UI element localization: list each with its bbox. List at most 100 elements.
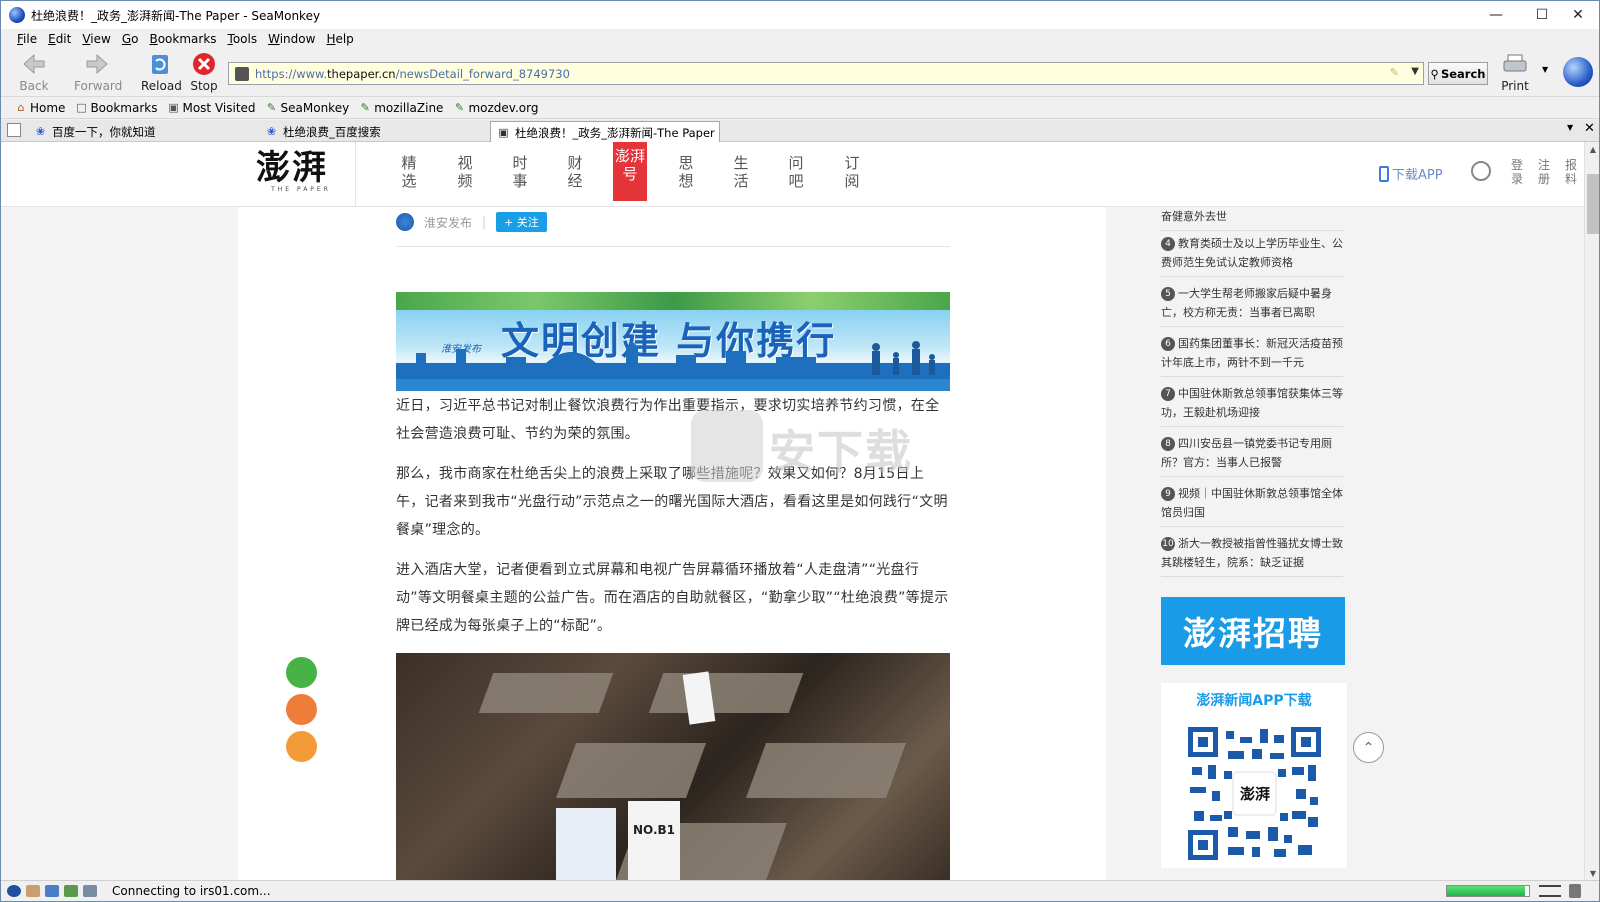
page-content: 澎湃 THE PAPER 精选 视频 时事 财经 澎湃号 思想 生活 问吧 订阅… <box>1 142 1584 882</box>
nav-pengpaihao[interactable]: 澎湃号 <box>613 142 647 201</box>
list-item[interactable]: 6 国药集团董事长：新冠灭活疫苗预计年底上市，两针不到一千元 <box>1161 334 1343 377</box>
app-download-box: 澎湃新闻APP下载 澎湃 <box>1161 683 1347 868</box>
url-text[interactable]: https://www.thepaper.cn/newsDetail_forwa… <box>255 67 570 81</box>
watermark: 安下载 <box>691 410 921 490</box>
menu-file[interactable]: File <box>17 32 37 46</box>
report-link[interactable]: 报料 <box>1564 158 1578 186</box>
list-item[interactable]: 5 一大学生帮老师搬家后疑中暑身亡，校方称无责：当事者已离职 <box>1161 284 1343 327</box>
bookmark-seamonkey[interactable]: ✎ SeaMonkey <box>266 101 349 115</box>
composer-icon[interactable] <box>45 885 59 897</box>
list-item[interactable]: 10 浙大一教授被指曾性骚扰女博士致其跳楼轻生，院系：缺乏证据 <box>1161 534 1343 577</box>
nav-shenghuo[interactable]: 生活 <box>729 154 753 190</box>
navigator-icon[interactable] <box>7 885 21 897</box>
tab-list-icon[interactable]: ▼ <box>1567 123 1573 132</box>
favorite-star-icon[interactable] <box>286 731 317 762</box>
tab-baidu-search[interactable]: ❀ 杜绝浪费_百度搜索 <box>259 121 489 142</box>
menu-bookmarks[interactable]: Bookmarks <box>149 32 216 46</box>
status-text: Connecting to irs01.com... <box>112 884 271 898</box>
menu-window[interactable]: Window <box>268 32 315 46</box>
tab-bar: ❀ 百度一下，你就知道 ❀ 杜绝浪费_百度搜索 ▣ 杜绝浪费！_政务_澎湃新闻-The… <box>1 120 1599 143</box>
close-tab-icon[interactable]: ✕ <box>1584 121 1595 136</box>
bookmarks-bar: ⌂ Home □ Bookmarks ▣ Most Visited ✎ SeaMonke… <box>1 98 1599 119</box>
nav-caijing[interactable]: 财经 <box>563 154 587 190</box>
back-button[interactable]: Back <box>19 51 49 93</box>
menu-help[interactable]: Help <box>326 32 353 46</box>
forward-button[interactable]: Forward <box>74 51 122 93</box>
edit-bookmark-icon[interactable]: ✎ <box>1390 66 1399 79</box>
url-bar[interactable]: https://www.thepaper.cn/newsDetail_forwa… <box>228 62 1424 85</box>
author-name[interactable]: 淮安发布 <box>424 214 472 231</box>
url-dropdown-icon[interactable]: ▼ <box>1411 66 1419 77</box>
mail-icon[interactable] <box>26 885 40 897</box>
site-icon <box>235 66 249 81</box>
site-search-icon[interactable] <box>1471 161 1491 181</box>
bookmark-mozdev[interactable]: ✎ mozdev.org <box>453 101 539 115</box>
menu-go[interactable]: Go <box>122 32 139 46</box>
author-row: 淮安发布 | + 关注 <box>396 212 547 232</box>
nav-dingyue[interactable]: 订阅 <box>840 154 864 190</box>
list-item[interactable]: 4 教育类硕士及以上学历毕业生、公费师范生免试认定教师资格 <box>1161 234 1343 277</box>
author-avatar[interactable] <box>396 213 414 231</box>
bookmark-icon: ✎ <box>454 101 465 114</box>
stop-button[interactable]: Stop <box>189 51 219 93</box>
wechat-share-icon[interactable] <box>286 657 317 688</box>
vertical-scrollbar[interactable]: ▲ ▼ <box>1584 142 1599 882</box>
article-photo: NO.B1 <box>396 653 950 882</box>
nav-wenba[interactable]: 问吧 <box>784 154 808 190</box>
folder-icon: ▣ <box>168 101 179 114</box>
download-app-link[interactable]: 下载APP <box>1379 164 1443 183</box>
article-banner-image: 淮安发布 文明创建 与你携行 <box>396 292 950 391</box>
menu-view[interactable]: View <box>82 32 110 46</box>
menu-edit[interactable]: Edit <box>48 32 71 46</box>
baidu-paw-icon: ❀ <box>266 125 277 138</box>
bookmark-mozillazine[interactable]: ✎ mozillaZine <box>359 101 444 115</box>
addressbook-icon[interactable] <box>83 885 97 897</box>
recruitment-banner[interactable]: 澎湃招聘 <box>1161 597 1345 665</box>
seamonkey-icon <box>9 7 25 23</box>
print-button[interactable]: Print <box>1499 51 1531 93</box>
list-item[interactable]: 7 中国驻休斯敦总领事馆获集体三等功，王毅赴机场迎接 <box>1161 384 1343 427</box>
new-tab-icon[interactable] <box>7 123 21 137</box>
bookmark-most-visited[interactable]: ▣ Most Visited <box>167 101 255 115</box>
throbber-icon <box>1563 57 1593 87</box>
navigation-toolbar: Back Forward Reload Stop https://www.the… <box>1 49 1599 97</box>
list-item[interactable]: 8 四川安岳县一镇党委书记专用厕所？官方：当事人已报警 <box>1161 434 1343 477</box>
reload-icon <box>146 51 174 77</box>
nav-sixiang[interactable]: 思想 <box>674 154 698 190</box>
chat-icon[interactable] <box>64 885 78 897</box>
register-link[interactable]: 注册 <box>1537 158 1551 186</box>
weibo-share-icon[interactable] <box>286 694 317 725</box>
nav-jingxuan[interactable]: 精选 <box>397 154 421 190</box>
close-button[interactable]: ✕ <box>1555 1 1599 29</box>
tab-thepaper[interactable]: ▣ 杜绝浪费！_政务_澎湃新闻-The Paper <box>490 121 720 143</box>
bookmark-home[interactable]: ⌂ Home <box>15 101 66 115</box>
search-icon: ⚲ <box>1430 66 1439 81</box>
divider <box>396 246 950 247</box>
qr-logo: 澎湃 <box>1239 785 1270 803</box>
follow-button[interactable]: + 关注 <box>496 212 547 232</box>
minimize-button[interactable]: — <box>1473 1 1519 29</box>
online-status-icon[interactable] <box>1539 885 1561 897</box>
table-number-card: NO.B1 <box>628 801 680 882</box>
back-to-top-button[interactable]: ⌃ <box>1353 732 1384 763</box>
reload-button[interactable]: Reload <box>141 51 182 93</box>
menu-tools[interactable]: Tools <box>228 32 258 46</box>
search-button[interactable]: ⚲ Search <box>1428 62 1488 85</box>
back-arrow-icon <box>20 51 48 77</box>
bookmark-bookmarks[interactable]: □ Bookmarks <box>75 101 157 115</box>
header-divider <box>355 142 356 207</box>
login-link[interactable]: 登录 <box>1510 158 1524 186</box>
thepaper-icon: ▣ <box>498 126 509 139</box>
nav-shishi[interactable]: 时事 <box>508 154 532 190</box>
status-icons <box>7 885 102 897</box>
scrollbar-thumb[interactable] <box>1587 174 1599 234</box>
thepaper-logo[interactable]: 澎湃 THE PAPER <box>256 148 346 198</box>
tab-baidu[interactable]: ❀ 百度一下，你就知道 <box>28 121 258 142</box>
list-item[interactable]: 9 视频｜中国驻休斯敦总领事馆全体馆员归国 <box>1161 484 1343 527</box>
skyline-graphic <box>396 341 950 381</box>
app-download-title: 澎湃新闻APP下载 <box>1196 693 1312 709</box>
scroll-up-icon[interactable]: ▲ <box>1585 142 1599 158</box>
print-dropdown-icon[interactable]: ▼ <box>1542 65 1548 74</box>
nav-shipin[interactable]: 视频 <box>453 154 477 190</box>
list-item[interactable]: 奋健意外去世 <box>1161 207 1343 231</box>
